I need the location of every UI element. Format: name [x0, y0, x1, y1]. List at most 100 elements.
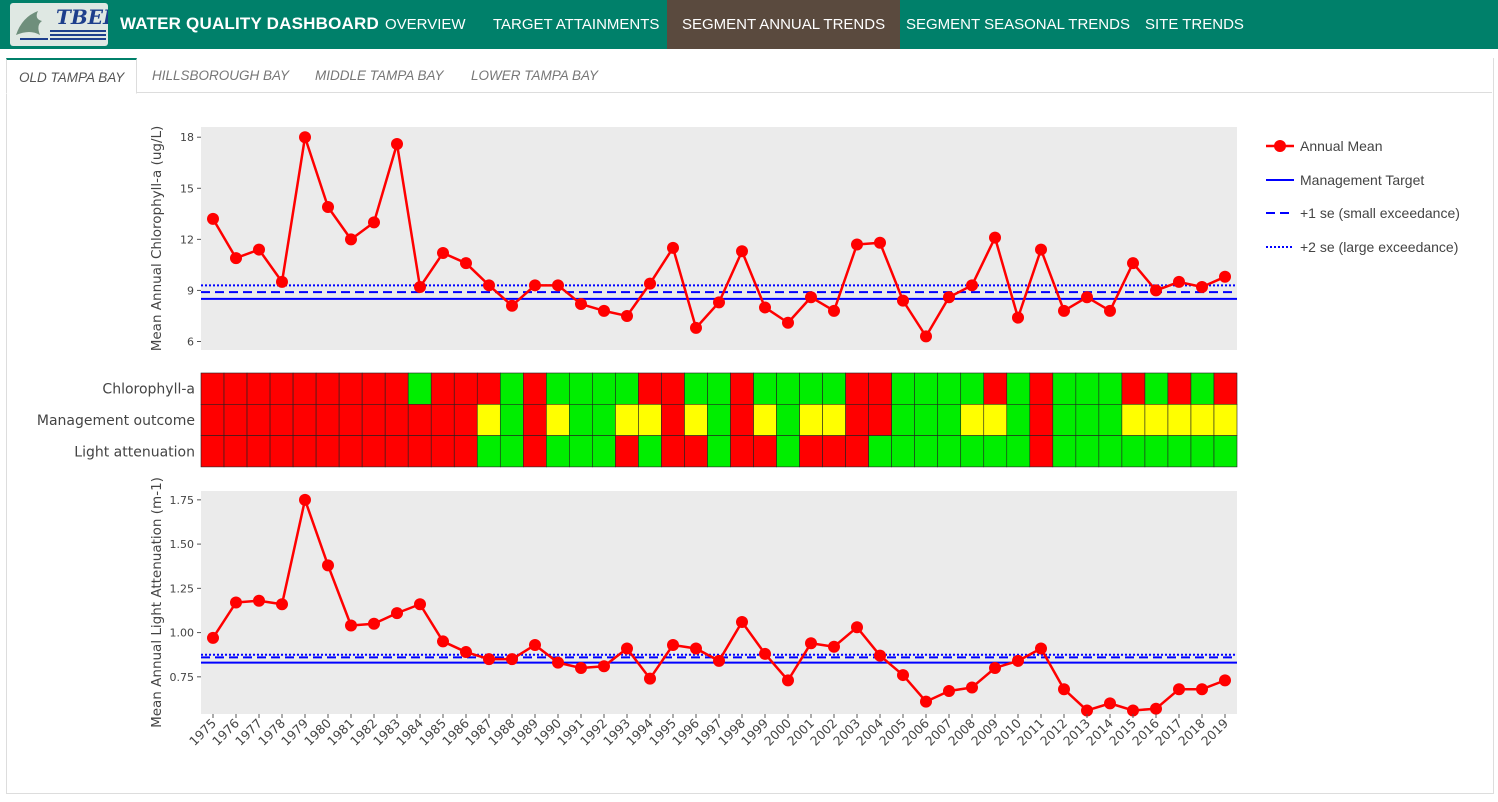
heatmap-cell: [868, 372, 892, 405]
heatmap-cell: [1144, 403, 1169, 436]
chla-point: [322, 201, 334, 214]
chla-point: [621, 309, 633, 322]
chla-point: [644, 277, 656, 290]
kd-point: [598, 660, 610, 673]
chla-point: [943, 291, 955, 304]
kd-point: [345, 619, 357, 632]
chla-point: [552, 279, 564, 292]
heatmap-cell: [983, 403, 1008, 436]
kd-point: [874, 649, 886, 662]
heatmap-cell: [914, 372, 939, 405]
heatmap-cell: [569, 372, 593, 405]
kd-point: [1012, 654, 1024, 667]
heatmap-cell: [384, 435, 409, 468]
heatmap-cell: [546, 372, 570, 405]
heatmap-cell: [1190, 403, 1215, 436]
kd-point: [529, 638, 541, 651]
heatmap-cell: [384, 403, 409, 436]
heatmap-cell: [661, 372, 685, 405]
heatmap-cell: [407, 403, 432, 436]
kd-point: [644, 672, 656, 685]
heatmap-cell: [707, 372, 731, 405]
heatmap-cell: [1098, 372, 1123, 405]
heatmap-cell: [753, 435, 777, 468]
chla-point: [598, 304, 610, 317]
heatmap-cell: [1167, 435, 1192, 468]
chla-point: [575, 298, 587, 311]
heatmap-cell: [845, 372, 869, 405]
heatmap-cell: [730, 435, 754, 468]
legend-label: Management Target: [1300, 172, 1424, 188]
chla-point: [253, 243, 265, 256]
heatmap-cell: [523, 435, 547, 468]
kd-ytick-label: 1.75: [170, 494, 195, 507]
chla-point: [667, 241, 679, 254]
heatmap-cell: [361, 372, 386, 405]
legend-label: +1 se (small exceedance): [1300, 205, 1460, 221]
kd-point: [667, 638, 679, 651]
heatmap-cell: [1213, 403, 1238, 436]
heatmap-cell: [983, 435, 1008, 468]
kd-point: [368, 617, 380, 630]
heatmap-cell: [269, 435, 294, 468]
heatmap-cell: [569, 435, 593, 468]
chla-ytick-label: 6: [187, 335, 194, 348]
heatmap-cell: [753, 372, 777, 405]
heatmap-cell: [822, 372, 846, 405]
heatmap-cell: [845, 435, 869, 468]
chla-point: [851, 238, 863, 251]
heatmap-cell: [661, 435, 685, 468]
heatmap-cell: [1006, 403, 1031, 436]
heatmap-cell: [937, 403, 962, 436]
chla-point: [1035, 243, 1047, 256]
chla-point: [1081, 291, 1093, 304]
heatmap-cell: [1029, 435, 1054, 468]
heatmap-cell: [937, 435, 962, 468]
heatmap-cell: [845, 403, 869, 436]
heatmap-cell: [453, 372, 478, 405]
attainment-heatmap: Chlorophyll-a Management outcome Light att…: [37, 372, 1238, 468]
heatmap-cell: [361, 435, 386, 468]
heatmap-cell: [1213, 435, 1238, 468]
kd-point: [966, 681, 978, 694]
heatmap-cell: [799, 435, 823, 468]
heatmap-cell: [868, 435, 892, 468]
heatmap-cell: [707, 403, 731, 436]
heatmap-cell: [292, 435, 317, 468]
chla-point: [1058, 304, 1070, 317]
heatmap-cell: [361, 403, 386, 436]
heatmap-cell: [476, 403, 501, 436]
heatmap-cell: [1029, 403, 1054, 436]
heatmap-cell: [223, 372, 248, 405]
chla-point: [230, 252, 242, 265]
heatmap-cell: [592, 403, 616, 436]
heatmap-cell: [753, 403, 777, 436]
chla-point: [690, 321, 702, 334]
heatmap-cell: [592, 435, 616, 468]
heatmap-cell: [315, 372, 340, 405]
heatmap-cell: [200, 435, 225, 468]
kd-point: [621, 642, 633, 655]
legend-label: Annual Mean: [1300, 138, 1383, 154]
kd-point: [805, 637, 817, 650]
chla-point: [1219, 270, 1231, 283]
heatmap-cell: [615, 403, 639, 436]
chla-point: [299, 131, 311, 144]
heatmap-cell: [269, 372, 294, 405]
heatmap-cell: [523, 372, 547, 405]
kd-point: [552, 656, 564, 669]
heatmap-cell: [891, 435, 915, 468]
heatmap-cell: [315, 403, 340, 436]
chla-point: [529, 279, 541, 292]
kd-point: [1104, 697, 1116, 710]
chla-point: [1104, 304, 1116, 317]
heatmap-cell: [453, 435, 478, 468]
chla-point: [414, 281, 426, 294]
heatmap-cell: [453, 403, 478, 436]
kd-point: [943, 684, 955, 697]
heatmap-cell: [638, 372, 662, 405]
heatmap-cell: [960, 372, 985, 405]
heatmap-cell: [1213, 372, 1238, 405]
heatmap-cell: [983, 372, 1008, 405]
chla-point: [1150, 284, 1162, 297]
